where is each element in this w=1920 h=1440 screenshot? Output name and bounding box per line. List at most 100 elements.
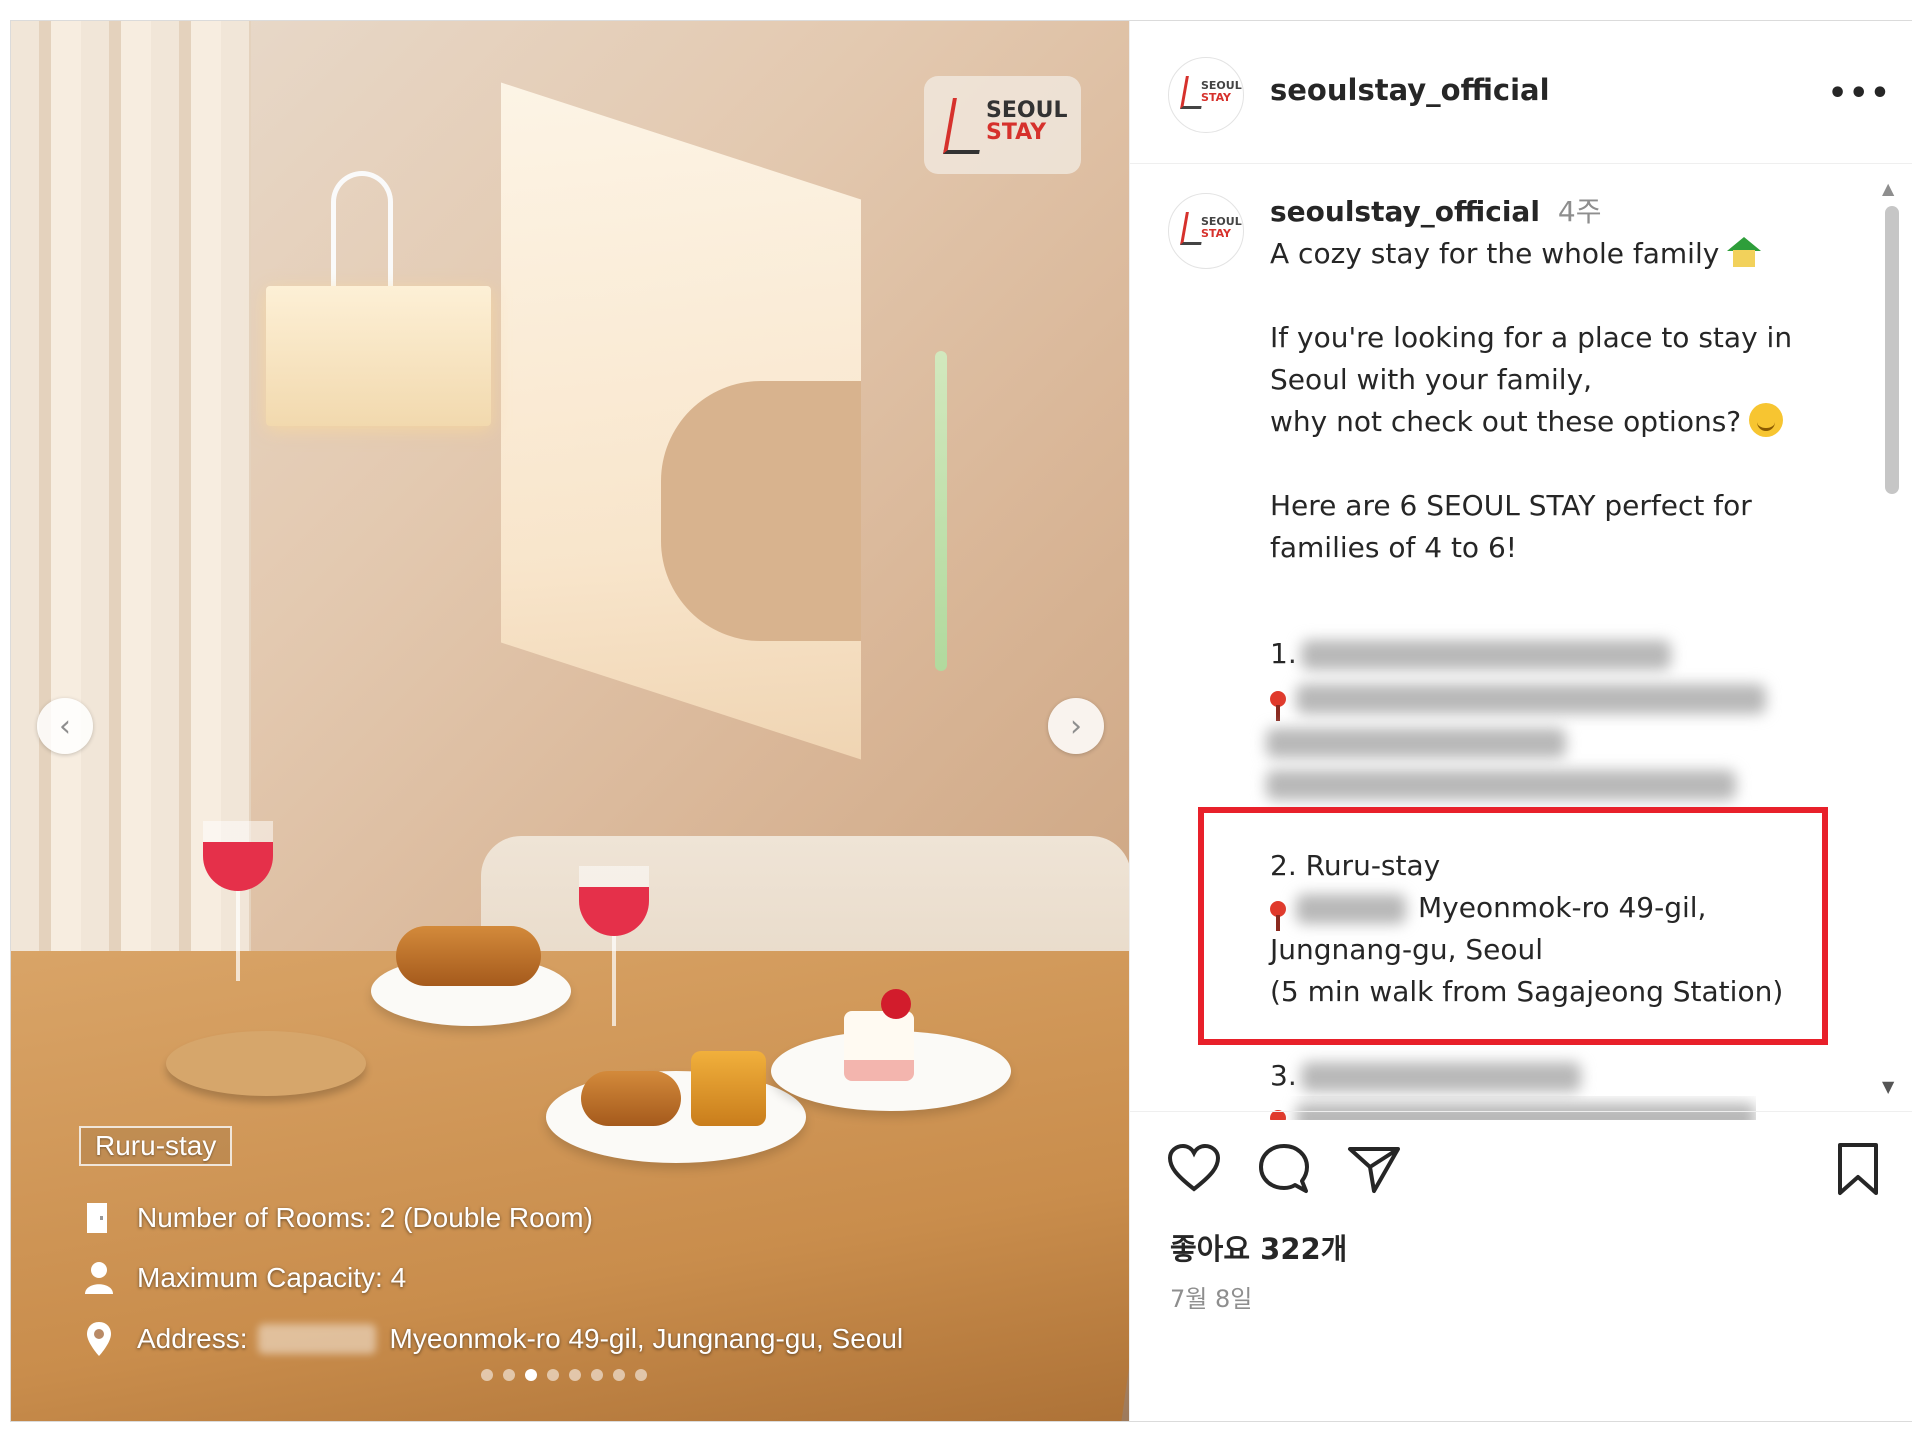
list-item-1-address [1266, 763, 1736, 805]
caption-line: If you're looking for a place to stay in [1270, 321, 1793, 354]
caption-avatar[interactable]: SEOUL STAY [1168, 193, 1244, 269]
caption-line: Here are 6 SEOUL STAY perfect for [1270, 489, 1752, 522]
caption-username[interactable]: seoulstay_official [1270, 195, 1540, 228]
list-item-3-address [1270, 1096, 1756, 1120]
comment-icon [1259, 1144, 1309, 1193]
logo-text-seoul: SEOUL [986, 98, 1068, 123]
like-button[interactable] [1166, 1141, 1222, 1197]
carousel-dot[interactable] [591, 1369, 603, 1381]
wine-glass [579, 866, 649, 936]
lamp-shade [266, 286, 491, 426]
scroll-up-arrow-icon[interactable]: ▲ [1882, 179, 1894, 198]
carousel-dot-active[interactable] [525, 1369, 537, 1381]
blurred-text [1296, 894, 1406, 924]
blurred-address-number [257, 1324, 376, 1354]
share-icon [1348, 1147, 1400, 1193]
light-strip-decoration [935, 351, 947, 671]
caption-line: why not check out these options? [1270, 401, 1784, 443]
pin-emoji-icon [1270, 901, 1286, 931]
instagram-post: SEOUL STAY ‹ › Ruru-stay Number of Rooms… [10, 20, 1912, 1422]
bookmark-button[interactable] [1830, 1141, 1886, 1197]
chevron-right-icon: › [1070, 708, 1082, 744]
list-item-2-walk: (5 min walk from Sagajeong Station) [1270, 975, 1784, 1008]
wine-glass-stem [236, 891, 240, 981]
chevron-left-icon: ‹ [59, 708, 71, 744]
overlay-capacity-row: Maximum Capacity: 4 [81, 1256, 406, 1300]
carousel-dot[interactable] [613, 1369, 625, 1381]
overlay-capacity-text: Maximum Capacity: 4 [137, 1262, 407, 1293]
caption-line: A cozy stay for the whole family [1270, 233, 1762, 275]
wooden-board [166, 1031, 366, 1096]
list-item-1-address [1266, 721, 1566, 763]
avatar-logo-text-stay: STAY [1201, 227, 1231, 240]
list-item-2-address-line2: Jungnang-gu, Seoul [1270, 933, 1544, 966]
carousel-prev-button[interactable]: ‹ [37, 698, 93, 754]
smiley-emoji-icon [1749, 403, 1784, 437]
list-item-3-title: 3. [1270, 1055, 1581, 1097]
list-item-1-address [1270, 677, 1766, 721]
pin-emoji-icon [1270, 691, 1286, 721]
overlay-rooms-row: Number of Rooms: 2 (Double Room) [81, 1196, 593, 1240]
avatar[interactable]: SEOUL STAY [1168, 57, 1244, 133]
croissant [396, 926, 541, 986]
wall-shadow-decoration [661, 381, 861, 641]
blurred-text [1266, 728, 1566, 758]
list-item-2-address-text: Myeonmok-ro 49-gil, [1418, 891, 1707, 924]
more-options-button[interactable]: ••• [1828, 76, 1892, 111]
actions-divider [1130, 1111, 1912, 1113]
carousel-dot[interactable] [547, 1369, 559, 1381]
lamp-arm [331, 171, 393, 296]
strawberry-cake [844, 1011, 914, 1081]
overlay-address-value: Myeonmok-ro 49-gil, Jungnang-gu, Seoul [389, 1323, 904, 1354]
logo-text: SEOUL STAY [986, 100, 1067, 144]
overlay-rooms-text: Number of Rooms: 2 (Double Room) [137, 1202, 593, 1233]
header-username[interactable]: seoulstay_official [1270, 73, 1550, 107]
carousel-dot[interactable] [481, 1369, 493, 1381]
logo-mark-icon [943, 98, 989, 154]
comment-button[interactable] [1256, 1141, 1312, 1197]
carousel-next-button[interactable]: › [1048, 698, 1104, 754]
list-item-1-title: 1. [1270, 633, 1671, 675]
seoul-stay-logo: SEOUL STAY [924, 76, 1081, 174]
scroll-down-arrow-icon[interactable]: ▼ [1882, 1077, 1894, 1096]
post-side-panel: SEOUL STAY seoulstay_official ••• SEOUL … [1129, 21, 1912, 1421]
carousel-dot[interactable] [503, 1369, 515, 1381]
carousel-dot[interactable] [569, 1369, 581, 1381]
caption-line-text: why not check out these options? [1270, 405, 1742, 438]
list-item-2-address: Myeonmok-ro 49-gil, [1270, 887, 1707, 931]
overlay-address-label: Address: [137, 1323, 248, 1354]
scrollbar-thumb[interactable] [1885, 206, 1899, 494]
blurred-text [1296, 684, 1766, 714]
blurred-text [1300, 640, 1671, 670]
heart-icon [1167, 1143, 1221, 1192]
list-item-number: 3. [1270, 1059, 1297, 1092]
overlay-stay-name: Ruru-stay [79, 1126, 233, 1166]
pastry [581, 1071, 681, 1126]
list-item-2-title: 2. Ruru-stay [1270, 849, 1441, 882]
door-icon [81, 1200, 117, 1236]
share-button[interactable] [1346, 1141, 1402, 1197]
carousel-dot[interactable] [635, 1369, 647, 1381]
blurred-text [1300, 1062, 1581, 1092]
cake-slice [691, 1051, 766, 1126]
overlay-address-row: Address: Myeonmok-ro 49-gil, Jungnang-gu… [81, 1317, 903, 1361]
carousel-dots [481, 1369, 647, 1381]
post-photo[interactable]: SEOUL STAY ‹ › Ruru-stay Number of Rooms… [11, 21, 1129, 1421]
post-date[interactable]: 7월 8일 [1170, 1279, 1252, 1314]
list-item-number: 1. [1270, 637, 1297, 670]
wine-glass [203, 821, 273, 891]
house-emoji-icon [1727, 237, 1762, 267]
caption-time[interactable]: 4주 [1558, 195, 1602, 228]
strawberry [881, 989, 911, 1019]
caption-head: seoulstay_official 4주 [1270, 191, 1602, 233]
bookmark-icon [1838, 1143, 1878, 1195]
person-icon [81, 1260, 117, 1296]
caption-line: families of 4 to 6! [1270, 531, 1517, 564]
post-header: SEOUL STAY seoulstay_official ••• [1130, 21, 1912, 164]
wine-glass-stem [612, 936, 616, 1026]
avatar-logo-text-stay: STAY [1201, 91, 1231, 104]
caption-line: Seoul with your family, [1270, 363, 1593, 396]
likes-count[interactable]: 좋아요 322개 [1170, 1226, 1347, 1268]
avatar-logo-text: SEOUL STAY [1201, 216, 1242, 240]
blurred-text [1266, 770, 1736, 800]
